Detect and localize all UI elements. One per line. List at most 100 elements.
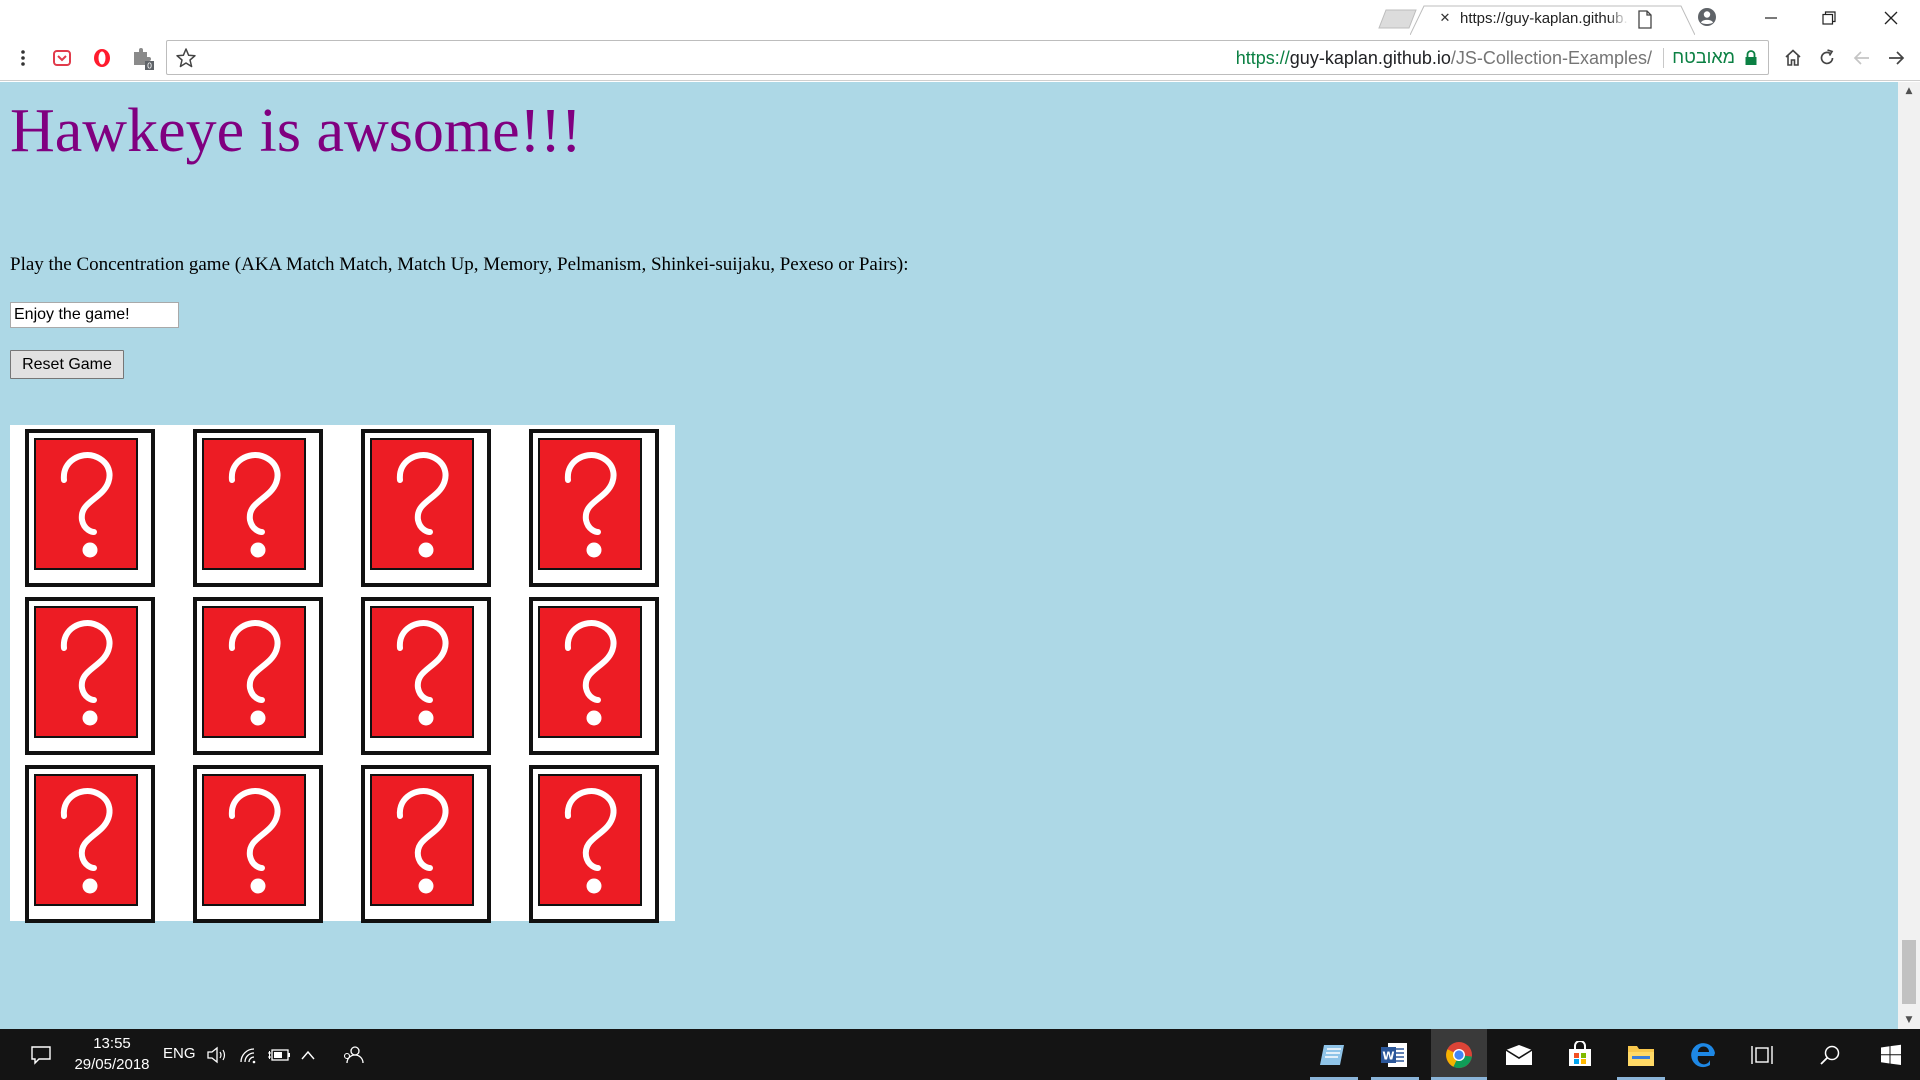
clock-time[interactable]: 13:55 (80, 1035, 144, 1052)
page-content: Hawkeye is awsome!!! Play the Concentrat… (0, 82, 1898, 1029)
card-back (370, 438, 474, 570)
memory-card[interactable] (193, 765, 323, 923)
memory-card[interactable] (529, 429, 659, 587)
taskbar-app-edge[interactable] (1676, 1029, 1730, 1080)
intro-text: Play the Concentration game (AKA Match M… (10, 254, 909, 275)
notes-app-icon (1320, 1044, 1344, 1065)
volume-button[interactable] (204, 1029, 230, 1080)
forward-button (1849, 45, 1875, 71)
input-language[interactable]: ENG (163, 1045, 196, 1062)
people-button[interactable] (338, 1029, 368, 1080)
tab-close-button[interactable]: ✕ (1438, 12, 1452, 26)
windows-taskbar: 13:55 29/05/2018 ENG W (0, 1029, 1920, 1080)
word-icon: W (1381, 1042, 1407, 1067)
address-bar[interactable]: https://guy-kaplan.github.io/JS-Collecti… (166, 40, 1769, 75)
reset-game-button[interactable]: Reset Game (10, 350, 124, 379)
memory-card[interactable] (193, 429, 323, 587)
game-board (10, 425, 675, 923)
extension-pocket-button[interactable] (49, 45, 75, 71)
network-button[interactable] (236, 1029, 262, 1080)
new-tab-button[interactable] (1378, 9, 1418, 29)
card-back (202, 438, 306, 570)
minimize-window-button[interactable] (1742, 0, 1800, 35)
edge-icon (1691, 1042, 1715, 1067)
question-mark-icon (228, 788, 281, 894)
security-label[interactable]: מאובטח (1672, 47, 1735, 68)
store-icon (1569, 1040, 1591, 1066)
memory-card[interactable] (25, 429, 155, 587)
memory-card[interactable] (529, 597, 659, 755)
question-mark-icon (396, 620, 449, 726)
extension-puzzle-button[interactable]: 0 (130, 45, 156, 71)
arrow-right-icon (1889, 51, 1905, 65)
memory-card[interactable] (25, 597, 155, 755)
extension-badge: 0 (147, 62, 152, 71)
extension-opera-button[interactable] (89, 45, 115, 71)
lock-icon[interactable] (1744, 50, 1758, 66)
close-icon (1884, 11, 1898, 24)
show-hidden-icons-button[interactable] (296, 1029, 320, 1080)
task-view-button[interactable] (1740, 1029, 1784, 1080)
question-mark-icon (564, 788, 617, 894)
home-icon (1785, 49, 1801, 66)
taskbar-app-word[interactable]: W (1368, 1029, 1420, 1080)
message-field[interactable] (10, 302, 179, 328)
people-icon (343, 1045, 364, 1063)
profile-button[interactable] (1696, 6, 1718, 28)
minimize-icon (1765, 16, 1777, 19)
start-button[interactable] (1866, 1029, 1916, 1080)
question-mark-icon (60, 452, 113, 558)
restore-icon (1822, 10, 1836, 25)
memory-card[interactable] (193, 597, 323, 755)
question-mark-icon (396, 452, 449, 558)
page-icon (1637, 10, 1653, 29)
card-back (202, 606, 306, 738)
memory-card[interactable] (361, 429, 491, 587)
clock-date[interactable]: 29/05/2018 (68, 1056, 156, 1073)
menu-button[interactable] (10, 45, 36, 71)
taskbar-app-chrome[interactable] (1431, 1029, 1487, 1080)
notification-icon (31, 1045, 51, 1065)
close-window-button[interactable] (1862, 0, 1920, 35)
opera-icon (94, 49, 110, 67)
speaker-icon (207, 1046, 226, 1063)
memory-card[interactable] (361, 597, 491, 755)
back-button[interactable] (1883, 45, 1909, 71)
pocket-icon (53, 50, 71, 66)
windows-logo-icon (1881, 1044, 1901, 1065)
url-path: /JS-Collection-Examples/ (1450, 48, 1652, 68)
scrollbar-thumb[interactable] (1902, 940, 1916, 1004)
action-center-button[interactable] (20, 1029, 62, 1080)
memory-card[interactable] (361, 765, 491, 923)
card-back (34, 606, 138, 738)
battery-button[interactable] (266, 1029, 292, 1080)
memory-card[interactable] (25, 765, 155, 923)
task-view-icon (1751, 1045, 1773, 1064)
memory-card[interactable] (529, 765, 659, 923)
scroll-down-arrow[interactable]: ▼ (1898, 1011, 1920, 1029)
kebab-menu-icon (21, 50, 25, 66)
chrome-icon (1446, 1041, 1472, 1068)
card-back (34, 774, 138, 906)
reload-button[interactable] (1814, 45, 1840, 71)
bookmark-star-button[interactable] (175, 47, 197, 69)
card-back (538, 606, 642, 738)
browser-toolbar: 0 https://guy-kaplan.github.io/JS-Collec… (0, 35, 1920, 81)
puzzle-icon: 0 (134, 48, 154, 71)
wifi-icon (240, 1047, 256, 1063)
question-mark-icon (60, 620, 113, 726)
question-mark-icon (228, 620, 281, 726)
taskbar-app-file-explorer[interactable] (1614, 1029, 1668, 1080)
taskbar-app-mail[interactable] (1492, 1029, 1546, 1080)
search-button[interactable] (1808, 1029, 1852, 1080)
star-icon (176, 48, 196, 68)
restore-window-button[interactable] (1800, 0, 1858, 35)
folder-icon (1628, 1045, 1654, 1066)
browser-tab[interactable]: ✕ https://guy-kaplan.github.io/JS-Collec… (1410, 5, 1695, 35)
taskbar-app-notes[interactable] (1307, 1029, 1359, 1080)
taskbar-app-store[interactable] (1553, 1029, 1607, 1080)
scroll-up-arrow[interactable]: ▲ (1898, 82, 1920, 100)
url-separator (1663, 48, 1664, 68)
vertical-scrollbar[interactable]: ▲ ▼ (1898, 82, 1920, 1029)
home-button[interactable] (1780, 45, 1806, 71)
